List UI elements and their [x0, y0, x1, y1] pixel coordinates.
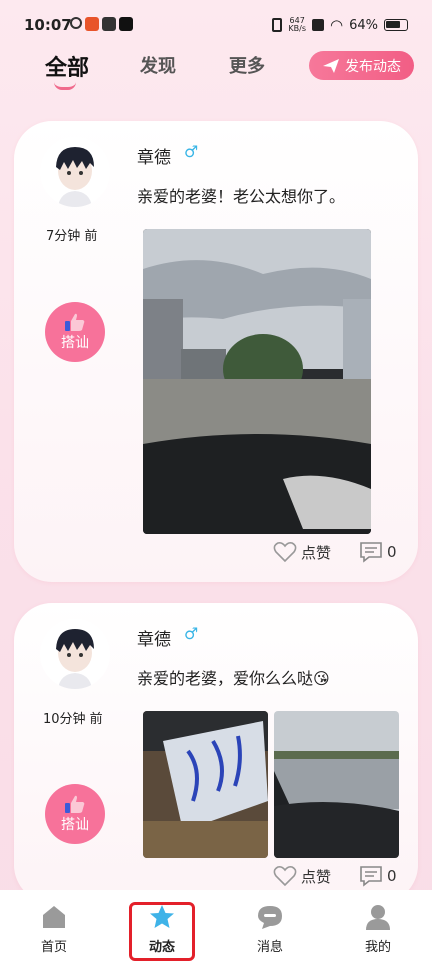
send-icon [323, 58, 339, 73]
post-text: 亲爱的老婆！老公太想你了。 [137, 187, 346, 206]
greet-label: 搭讪 [61, 335, 89, 351]
avatar[interactable] [40, 619, 110, 689]
tiktok-icon [119, 17, 133, 31]
tab-more[interactable]: 更多 [229, 52, 265, 78]
sim-icon [312, 19, 324, 31]
comment-count: 0 [387, 543, 397, 561]
wifi-icon: ◠ [330, 16, 344, 34]
greet-label: 搭讪 [61, 817, 89, 833]
greet-button[interactable]: 搭讪 [45, 302, 105, 362]
tab-discover[interactable]: 发现 [140, 52, 176, 78]
post-photo[interactable] [143, 711, 268, 858]
publish-button[interactable]: 发布动态 [309, 51, 414, 80]
post-photo[interactable] [274, 711, 399, 858]
profile-icon [366, 905, 390, 930]
heart-icon [273, 866, 297, 887]
comment-button[interactable]: 0 [359, 541, 397, 563]
username[interactable]: 章德 [137, 625, 171, 650]
post-time: 10分钟 前 [43, 712, 103, 727]
thumbs-up-icon [65, 313, 85, 331]
male-icon: ♂ [184, 142, 199, 161]
status-bar: 10:07 647 KB/s ◠ 64% [0, 0, 432, 50]
avatar[interactable] [40, 137, 110, 207]
comment-button[interactable]: 0 [359, 865, 397, 887]
message-icon [258, 906, 282, 929]
notification-icons [70, 17, 133, 31]
bottom-nav: 首页 动态 消息 我的 [0, 890, 432, 964]
status-right: 647 KB/s ◠ 64% [272, 16, 408, 34]
tab-all[interactable]: 全部 [45, 50, 89, 82]
thumbs-up-icon [65, 795, 85, 813]
username[interactable]: 章德 [137, 143, 171, 168]
comment-icon [360, 542, 382, 563]
post-photo[interactable] [143, 229, 371, 534]
post-card: 章德 ♂ 亲爱的老婆，爱你么么哒😘 10分钟 前 搭讪 点赞 0 [14, 603, 418, 903]
status-time: 10:07 [24, 16, 72, 34]
greet-button[interactable]: 搭讪 [45, 784, 105, 844]
net-speed-unit: KB/s [288, 24, 306, 33]
nav-profile-label: 我的 [364, 940, 391, 955]
like-button[interactable]: 点赞 [273, 865, 331, 887]
mail-icon [102, 17, 116, 31]
post-time: 7分钟 前 [46, 229, 98, 244]
vibrate-icon [272, 18, 283, 32]
nav-home-label: 首页 [40, 940, 67, 955]
heart-icon [273, 542, 297, 563]
battery-icon [384, 19, 408, 31]
app-notification-icon [70, 17, 82, 29]
like-label: 点赞 [301, 543, 332, 562]
nav-messages-label: 消息 [256, 940, 283, 955]
male-icon: ♂ [184, 624, 199, 643]
nav-home[interactable]: 首页 [24, 904, 84, 955]
nav-messages[interactable]: 消息 [240, 904, 300, 955]
comment-icon [360, 866, 382, 887]
battery-percent: 64% [349, 17, 378, 33]
app-notification-icon [85, 17, 99, 31]
nav-profile[interactable]: 我的 [348, 904, 408, 955]
net-speed: 647 KB/s [288, 17, 306, 33]
publish-label: 发布动态 [345, 58, 401, 75]
post-text: 亲爱的老婆，爱你么么哒😘 [137, 669, 330, 688]
like-button[interactable]: 点赞 [273, 541, 331, 563]
highlight-box [129, 902, 195, 961]
like-label: 点赞 [301, 867, 332, 886]
post-card: 章德 ♂ 亲爱的老婆！老公太想你了。 7分钟 前 搭讪 点赞 0 [14, 121, 418, 582]
comment-count: 0 [387, 867, 397, 885]
home-icon [43, 906, 65, 928]
